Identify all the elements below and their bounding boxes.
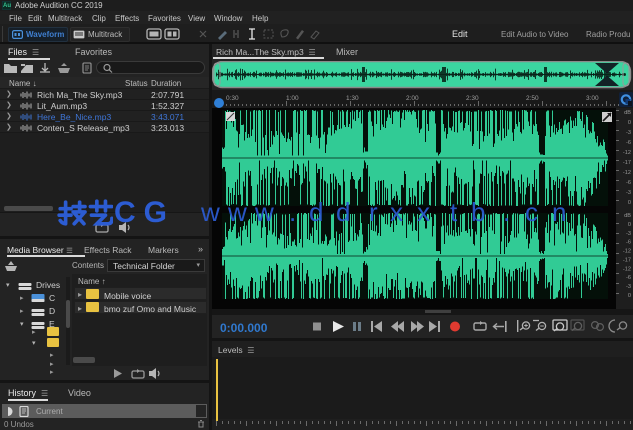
svg-text:0:30: 0:30 [226, 95, 239, 102]
svg-text:0: 0 [628, 222, 631, 228]
svg-text:-6: -6 [626, 240, 631, 246]
svg-text:0: 0 [628, 293, 631, 299]
svg-text:-6: -6 [626, 180, 631, 186]
svg-text:-17: -17 [623, 257, 631, 263]
svg-text:-12: -12 [623, 150, 631, 156]
svg-text:-12: -12 [623, 249, 631, 255]
svg-text:1:00: 1:00 [286, 95, 299, 102]
svg-text:3:00: 3:00 [586, 95, 599, 102]
svg-text:dB: dB [624, 213, 631, 219]
svg-text:-3: -3 [626, 284, 631, 290]
svg-text:2:30: 2:30 [466, 95, 479, 102]
svg-text:1:30: 1:30 [346, 95, 359, 102]
svg-text:-12: -12 [623, 170, 631, 176]
svg-text:0: 0 [628, 200, 631, 206]
svg-text:-3: -3 [626, 130, 631, 136]
svg-text:dB: dB [624, 110, 631, 116]
svg-text:-12: -12 [623, 266, 631, 272]
svg-text:-3: -3 [626, 190, 631, 196]
svg-text:0: 0 [628, 120, 631, 126]
svg-text:-6: -6 [626, 275, 631, 281]
svg-text:2:50: 2:50 [526, 95, 539, 102]
svg-text:-3: -3 [626, 231, 631, 237]
svg-text:-6: -6 [626, 140, 631, 146]
svg-text:-17: -17 [623, 160, 631, 166]
svg-text:2:00: 2:00 [406, 95, 419, 102]
